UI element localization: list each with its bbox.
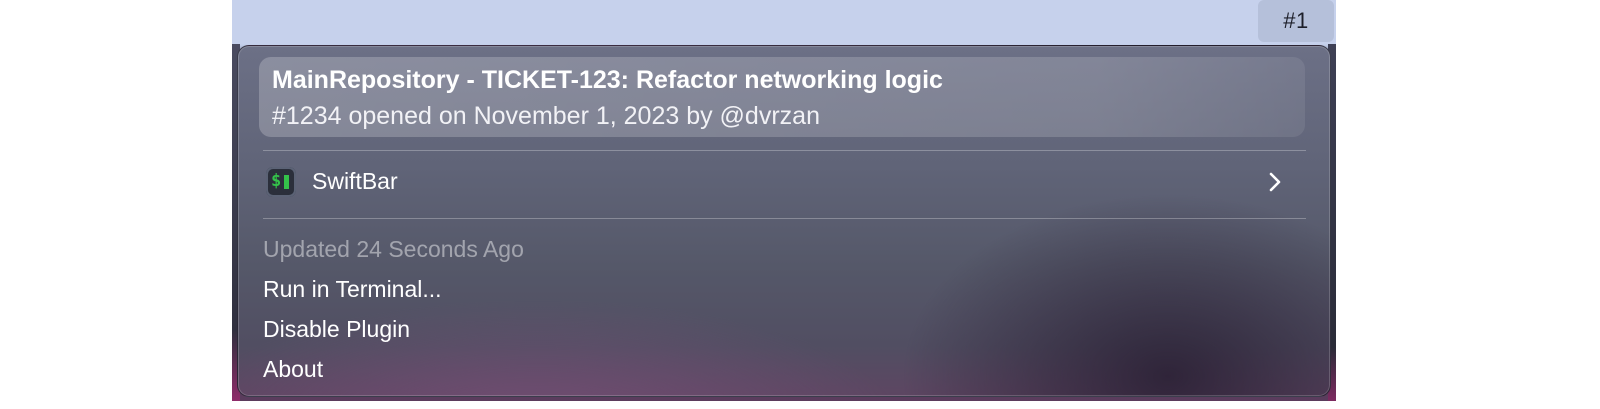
pull-request-subtitle: #1234 opened on November 1, 2023 by @dvr… xyxy=(272,102,820,130)
about-item[interactable]: About xyxy=(263,356,323,383)
menu-separator xyxy=(263,150,1306,151)
dropdown-menu: MainRepository - TICKET-123: Refactor ne… xyxy=(237,45,1331,397)
swiftbar-app-icon: $ xyxy=(266,167,296,197)
menubar-plugin-item[interactable]: #1 xyxy=(1258,0,1334,42)
swiftbar-label: SwiftBar xyxy=(312,168,398,194)
swiftbar-submenu-item[interactable]: $ SwiftBar xyxy=(259,164,1309,204)
desktop-screen: #1 MainRepository - TICKET-123: Refactor… xyxy=(232,0,1336,401)
run-in-terminal-item[interactable]: Run in Terminal... xyxy=(263,276,442,303)
updated-status-text: Updated 24 Seconds Ago xyxy=(263,236,524,262)
menu-separator xyxy=(263,218,1306,219)
disable-plugin-item[interactable]: Disable Plugin xyxy=(263,316,410,343)
pull-request-item[interactable]: MainRepository - TICKET-123: Refactor ne… xyxy=(259,57,1305,137)
menu-bar: #1 xyxy=(232,0,1336,44)
chevron-right-icon xyxy=(1269,172,1281,192)
pull-request-title: MainRepository - TICKET-123: Refactor ne… xyxy=(272,66,943,94)
